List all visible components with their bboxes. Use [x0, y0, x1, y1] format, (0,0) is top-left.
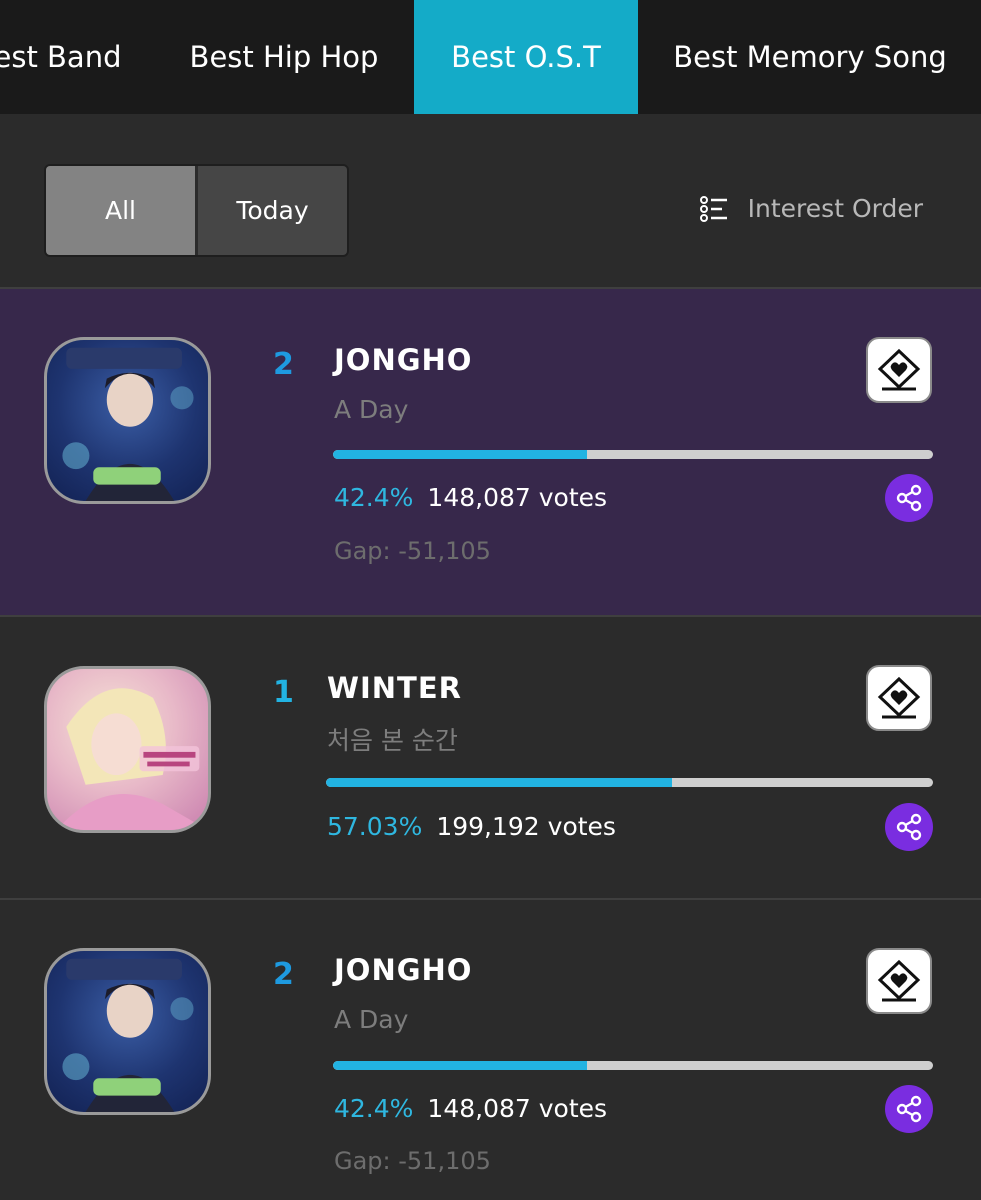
vote-progress-bar: [333, 450, 933, 459]
vote-button[interactable]: [866, 948, 932, 1014]
ranking-row: 2 JONGHO A Day 42.4% 148,087 votes Gap: -…: [0, 289, 981, 615]
album-art-winter-icon[interactable]: [44, 666, 211, 833]
filter-all-button[interactable]: All: [46, 166, 198, 255]
song-title: A Day: [334, 395, 409, 424]
vote-progress-fill: [326, 778, 673, 787]
song-title: 처음 본 순간: [327, 726, 458, 755]
sort-list-icon: [699, 195, 727, 222]
song-title: A Day: [334, 1005, 409, 1034]
share-button[interactable]: [885, 474, 933, 522]
artist-name: JONGHO: [334, 953, 473, 987]
vote-percent: 57.03%: [327, 812, 423, 841]
ranking-row: 2 JONGHO A Day 42.4% 148,087 votes Gap: -…: [0, 900, 981, 1200]
album-art-a-day-icon[interactable]: [44, 948, 211, 1115]
vote-heart-icon: [877, 676, 921, 719]
category-tab-bar: est Band Best Hip Hop Best O.S.T Best Me…: [0, 0, 981, 114]
vote-count: 148,087 votes: [427, 1094, 608, 1123]
vote-heart-icon: [877, 959, 921, 1002]
vote-button[interactable]: [866, 665, 932, 731]
vote-percent: 42.4%: [334, 1094, 414, 1123]
rank-number: 2: [273, 957, 294, 992]
ranking-row: 1 WINTER 처음 본 순간 57.03% 199,192 votes: [0, 617, 981, 898]
album-art-a-day-icon[interactable]: [44, 337, 211, 504]
vote-count: 148,087 votes: [427, 483, 608, 512]
vote-stats: 57.03% 199,192 votes: [327, 812, 616, 841]
share-button[interactable]: [885, 1085, 933, 1133]
vote-button[interactable]: [866, 337, 932, 403]
artist-name: WINTER: [327, 671, 462, 705]
share-icon: [896, 1095, 922, 1123]
filter-row: All Today Interest Order: [0, 114, 981, 288]
vote-progress-bar: [326, 778, 933, 787]
vote-heart-icon: [877, 348, 921, 391]
tab-best-band[interactable]: est Band: [0, 0, 145, 114]
vote-progress-bar: [333, 1061, 933, 1070]
vote-progress-fill: [333, 1061, 588, 1070]
vote-percent: 42.4%: [334, 483, 414, 512]
share-button[interactable]: [885, 803, 933, 851]
period-segmented-control: All Today: [44, 164, 349, 257]
share-icon: [896, 484, 922, 512]
vote-gap: Gap: -51,105: [334, 537, 491, 565]
share-icon: [896, 813, 922, 841]
tab-best-hip-hop[interactable]: Best Hip Hop: [176, 0, 392, 114]
tab-best-ost[interactable]: Best O.S.T: [414, 0, 638, 114]
artist-name: JONGHO: [334, 343, 473, 377]
tab-best-memory-song[interactable]: Best Memory Song: [660, 0, 960, 114]
rank-number: 1: [273, 675, 294, 710]
sort-order-button[interactable]: Interest Order: [699, 194, 923, 223]
vote-stats: 42.4% 148,087 votes: [334, 1094, 607, 1123]
rank-number: 2: [273, 347, 294, 382]
filter-today-button[interactable]: Today: [198, 166, 347, 255]
vote-count: 199,192 votes: [436, 812, 616, 841]
vote-stats: 42.4% 148,087 votes: [334, 483, 607, 512]
vote-progress-fill: [333, 450, 588, 459]
sort-order-label: Interest Order: [747, 194, 923, 223]
vote-gap: Gap: -51,105: [334, 1147, 491, 1175]
